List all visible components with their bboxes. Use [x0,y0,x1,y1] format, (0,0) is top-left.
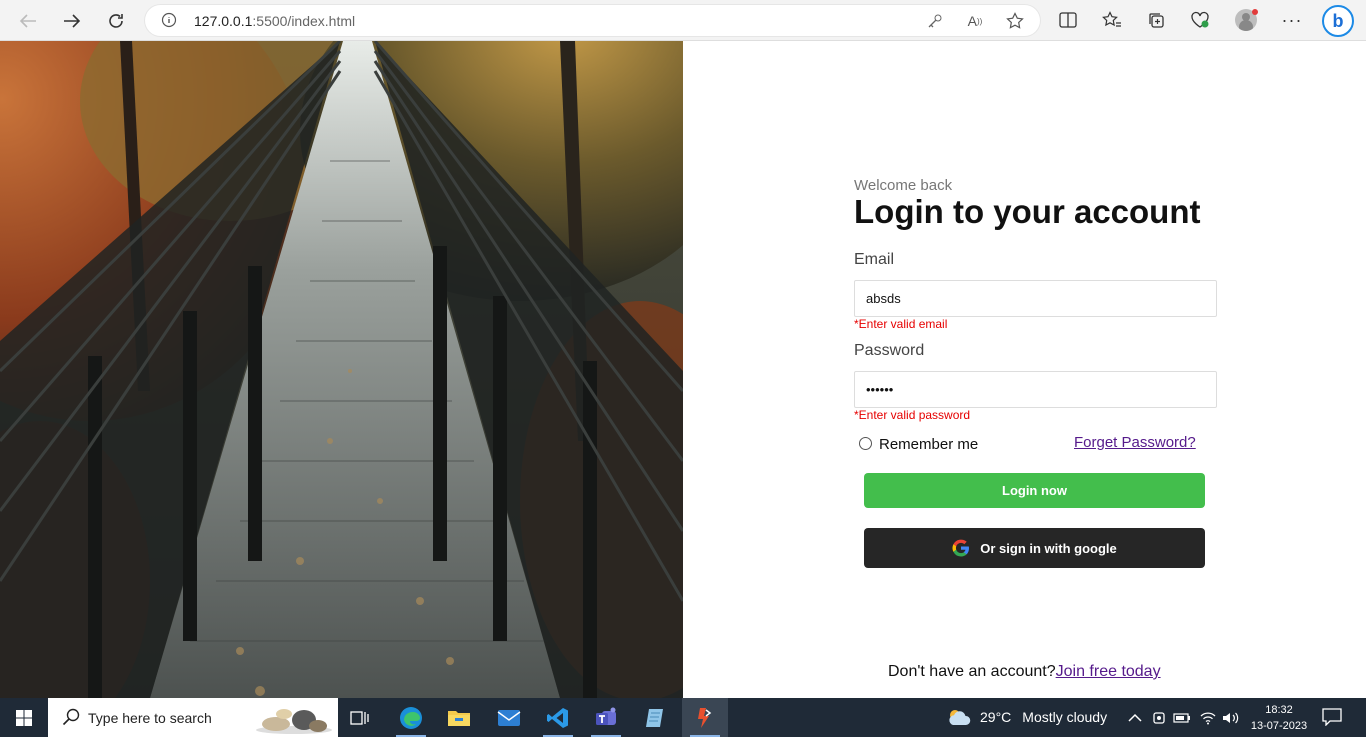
key-icon[interactable] [925,11,945,31]
page-title: Login to your account [854,193,1201,230]
clock-time: 18:32 [1265,704,1293,716]
email-field[interactable] [854,280,1217,317]
teams-icon[interactable] [583,698,629,737]
password-label: Password [854,342,925,359]
clock-date: 13-07-2023 [1250,720,1308,732]
temperature-text: 29°C [980,709,1012,725]
mail-icon[interactable] [486,698,532,737]
taskbar-clock[interactable]: 18:32 13-07-2023 [1249,702,1309,734]
favorite-star-icon[interactable] [1005,11,1025,31]
remember-radio[interactable] [859,437,872,450]
notification-dot [1252,9,1258,15]
login-button[interactable]: Login now [864,473,1205,508]
notification-center-icon[interactable] [1322,708,1342,731]
email-error: *Enter valid email [854,317,948,331]
cloudy-weather-icon [949,710,971,725]
signup-prompt: Don't have an account?Join free today [888,663,1161,681]
email-label: Email [854,251,895,268]
weather-text: Mostly cloudy [1022,709,1108,725]
password-error: *Enter valid password [854,408,971,422]
back-icon[interactable] [13,6,43,36]
more-icon[interactable]: ··· [1281,9,1303,31]
notepad-icon[interactable] [632,698,678,737]
edge-icon[interactable] [388,698,434,737]
vscode-icon[interactable] [535,698,581,737]
address-bar[interactable]: 127.0.0.1:5500/index.html A)) [145,5,1040,36]
google-signin-button[interactable]: Or sign in with google [864,528,1205,568]
browser-toolbar: 127.0.0.1:5500/index.html A)) ··· b [0,0,1366,41]
collections-icon[interactable] [1145,9,1167,31]
bing-icon[interactable]: b [1322,5,1354,37]
chevron-up-icon[interactable] [1126,709,1144,727]
refresh-icon[interactable] [101,6,131,36]
google-icon [952,539,970,557]
volume-icon[interactable] [1222,709,1240,727]
active-app-icon[interactable] [682,698,728,737]
taskbar-search[interactable]: Type here to search [48,698,338,737]
task-view-icon[interactable] [337,698,383,737]
remember-label[interactable]: Remember me [879,436,978,453]
welcome-text: Welcome back [854,177,953,194]
search-icon [62,708,80,731]
info-icon[interactable] [161,12,177,33]
read-aloud-icon[interactable]: A)) [965,11,985,31]
join-link[interactable]: Join free today [1056,663,1161,680]
url-text[interactable]: 127.0.0.1:5500/index.html [194,13,355,29]
search-highlight-icon [254,702,334,739]
favorites-icon[interactable] [1101,9,1123,31]
forward-icon[interactable] [57,6,87,36]
search-placeholder: Type here to search [88,710,212,726]
no-account-text: Don't have an account? [888,663,1056,680]
performance-icon[interactable] [1189,9,1211,31]
split-screen-icon[interactable] [1057,9,1079,31]
password-field[interactable] [854,371,1217,408]
wifi-icon[interactable] [1199,709,1217,727]
windows-start-icon[interactable] [0,698,48,737]
forget-password-link[interactable]: Forget Password? [1074,434,1196,451]
battery-icon[interactable] [1173,709,1191,727]
weather-widget[interactable]: 29°C Mostly cloudy [946,707,1107,727]
google-button-label: Or sign in with google [980,540,1117,556]
meet-now-icon[interactable] [1150,709,1168,727]
windows-taskbar: Type here to search 29°C Mostly cloudy 1… [0,698,1366,737]
login-panel: Welcome back Login to your account Email… [683,41,1366,698]
hero-image [0,41,683,698]
file-explorer-icon[interactable] [436,698,482,737]
